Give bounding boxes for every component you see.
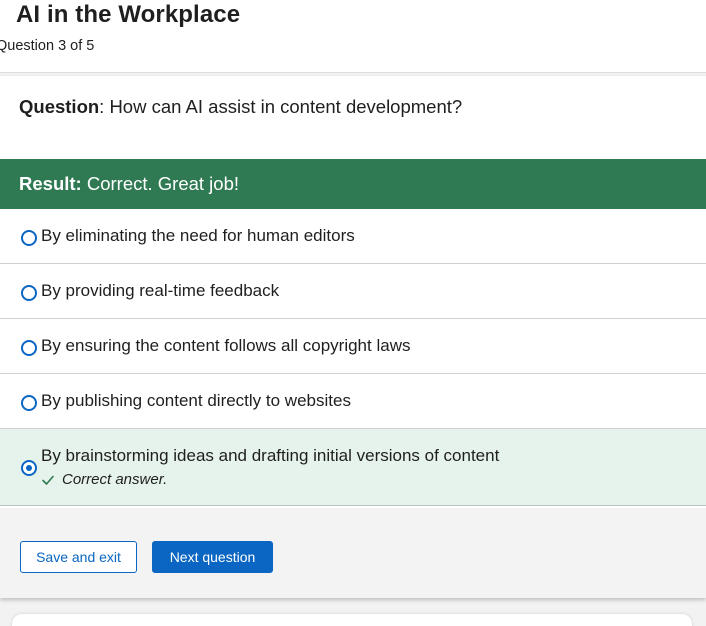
- radio-dot: [26, 465, 32, 471]
- result-text: Correct. Great job!: [81, 173, 240, 194]
- answer-option-label: By eliminating the need for human editor…: [41, 226, 355, 245]
- radio-button-icon[interactable]: [21, 285, 37, 301]
- action-footer: Save and exit Next question: [0, 508, 706, 598]
- answer-option[interactable]: By ensuring the content follows all copy…: [0, 319, 706, 374]
- answer-feedback: Correct answer.: [41, 471, 167, 488]
- answer-options: By eliminating the need for human editor…: [0, 209, 706, 506]
- radio-button-icon[interactable]: [21, 395, 37, 411]
- answer-option-selected[interactable]: By brainstorming ideas and drafting init…: [0, 429, 706, 506]
- answer-option[interactable]: By providing real-time feedback: [0, 264, 706, 319]
- result-banner: Result: Correct. Great job!: [0, 159, 706, 209]
- question-progress: Question 3 of 5: [0, 38, 95, 54]
- question-label: Question: [19, 96, 100, 117]
- next-card-edge: [12, 614, 692, 626]
- save-and-exit-button[interactable]: Save and exit: [20, 541, 137, 573]
- radio-button-icon[interactable]: [21, 340, 37, 356]
- radio-button-selected-icon[interactable]: [21, 460, 37, 476]
- answer-option-label: By publishing content directly to websit…: [41, 391, 351, 410]
- quiz-header: AI in the Workplace Question 3 of 5: [0, 0, 706, 73]
- answer-option[interactable]: By publishing content directly to websit…: [0, 374, 706, 429]
- result-label: Result:: [19, 173, 82, 194]
- answer-option-label: By ensuring the content follows all copy…: [41, 336, 411, 355]
- answer-option[interactable]: By eliminating the need for human editor…: [0, 209, 706, 264]
- answer-option-label: By brainstorming ideas and drafting init…: [41, 446, 500, 465]
- next-question-button[interactable]: Next question: [152, 541, 273, 573]
- page-title: AI in the Workplace: [16, 1, 241, 28]
- question-card: Question: How can AI assist in content d…: [0, 76, 706, 598]
- question-text: Question: How can AI assist in content d…: [19, 96, 462, 118]
- feedback-text: Correct answer.: [62, 471, 168, 488]
- answer-option-label: By providing real-time feedback: [41, 281, 280, 300]
- check-icon: [42, 475, 54, 485]
- question-body: : How can AI assist in content developme…: [99, 96, 463, 117]
- radio-button-icon[interactable]: [21, 230, 37, 246]
